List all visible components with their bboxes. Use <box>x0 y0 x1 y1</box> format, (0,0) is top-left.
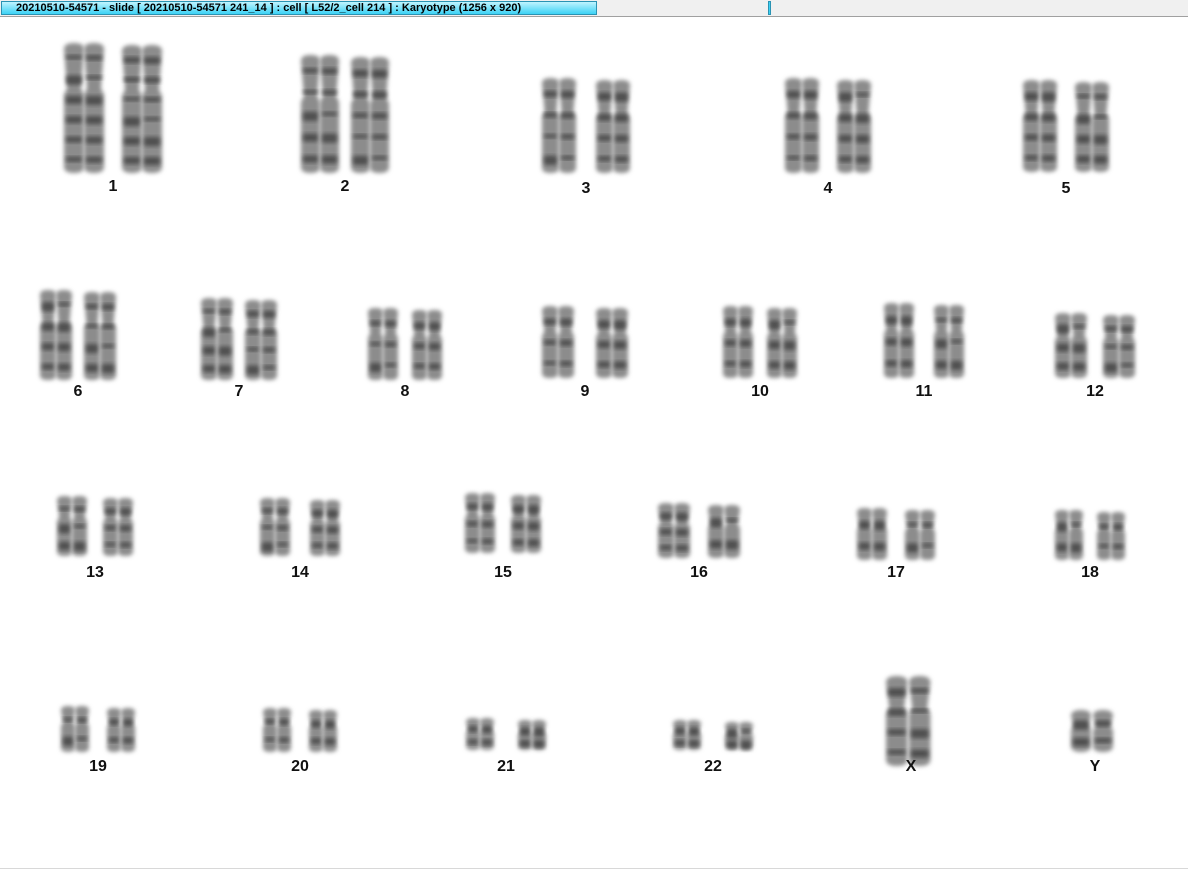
chromosome-label-3: 3 <box>581 180 591 197</box>
karyotype-image <box>40 43 1135 766</box>
chromosome-label-13: 13 <box>86 564 104 581</box>
chromosome-pair-4[interactable] <box>785 78 871 173</box>
chromosome-label-1: 1 <box>108 178 118 195</box>
chromosome-pair-y[interactable] <box>1071 710 1113 752</box>
chromosome-label-11: 11 <box>915 383 933 400</box>
chromosome-label-19: 19 <box>89 758 107 775</box>
chromosome-pair-2[interactable] <box>301 55 389 173</box>
chromosome-label-16: 16 <box>690 564 708 581</box>
chromosome-label-20: 20 <box>291 758 309 775</box>
chromosome-pair-11[interactable] <box>884 303 964 378</box>
window-title: 20210510-54571 - slide [ 20210510-54571 … <box>1 1 597 15</box>
chromosome-label-14: 14 <box>291 564 309 581</box>
chromosome-pair-12[interactable] <box>1055 313 1135 378</box>
chromosome-pair-17[interactable] <box>857 508 935 560</box>
chromosome-label-5: 5 <box>1061 180 1071 197</box>
chromosome-label-15: 15 <box>494 564 512 581</box>
chromosome-pair-7[interactable] <box>201 298 277 380</box>
chromosome-label-17: 17 <box>887 564 905 581</box>
karyotype-canvas: 1 2 3 4 5 6 7 8 9 10 11 12 13 14 15 16 17 18 19 20 21 22 X Y <box>0 18 1188 868</box>
titlebar-splitter-handle[interactable] <box>768 1 771 15</box>
bottom-border <box>0 868 1188 869</box>
chromosome-label-7: 7 <box>234 383 244 400</box>
chromosome-label-6: 6 <box>73 383 83 400</box>
chromosome-pair-5[interactable] <box>1023 80 1109 172</box>
chromosome-pair-20[interactable] <box>263 708 337 752</box>
chromosome-label-12: 12 <box>1086 383 1104 400</box>
chromosome-label-9: 9 <box>580 383 590 400</box>
chromosome-pair-6[interactable] <box>40 290 116 380</box>
chromosome-pair-18[interactable] <box>1055 510 1125 560</box>
window-titlebar: 20210510-54571 - slide [ 20210510-54571 … <box>0 0 1188 17</box>
chromosome-pair-15[interactable] <box>465 493 541 553</box>
chromosome-label-y: Y <box>1089 758 1101 775</box>
chromosome-pair-3[interactable] <box>542 78 630 173</box>
chromosome-label-2: 2 <box>340 178 350 195</box>
chromosome-label-4: 4 <box>823 180 833 197</box>
chromosome-pair-x[interactable] <box>886 676 931 766</box>
chromosome-pair-19[interactable] <box>61 706 135 752</box>
chromosome-label-8: 8 <box>400 383 410 400</box>
chromosome-pair-9[interactable] <box>542 306 628 378</box>
chromosome-pair-10[interactable] <box>723 306 797 378</box>
chromosome-pair-22[interactable] <box>673 720 753 750</box>
chromosome-label-x: X <box>905 758 917 775</box>
chromosome-pair-16[interactable] <box>658 503 740 558</box>
chromosome-pair-21[interactable] <box>466 718 546 750</box>
chromosome-pair-13[interactable] <box>57 496 133 556</box>
chromosome-label-10: 10 <box>751 383 769 400</box>
chromosome-pair-14[interactable] <box>260 498 340 556</box>
chromosome-pair-1[interactable] <box>64 43 162 173</box>
chromosome-label-21: 21 <box>497 758 515 775</box>
chromosome-label-18: 18 <box>1081 564 1099 581</box>
chromosome-label-22: 22 <box>704 758 722 775</box>
chromosome-pair-8[interactable] <box>368 308 442 380</box>
